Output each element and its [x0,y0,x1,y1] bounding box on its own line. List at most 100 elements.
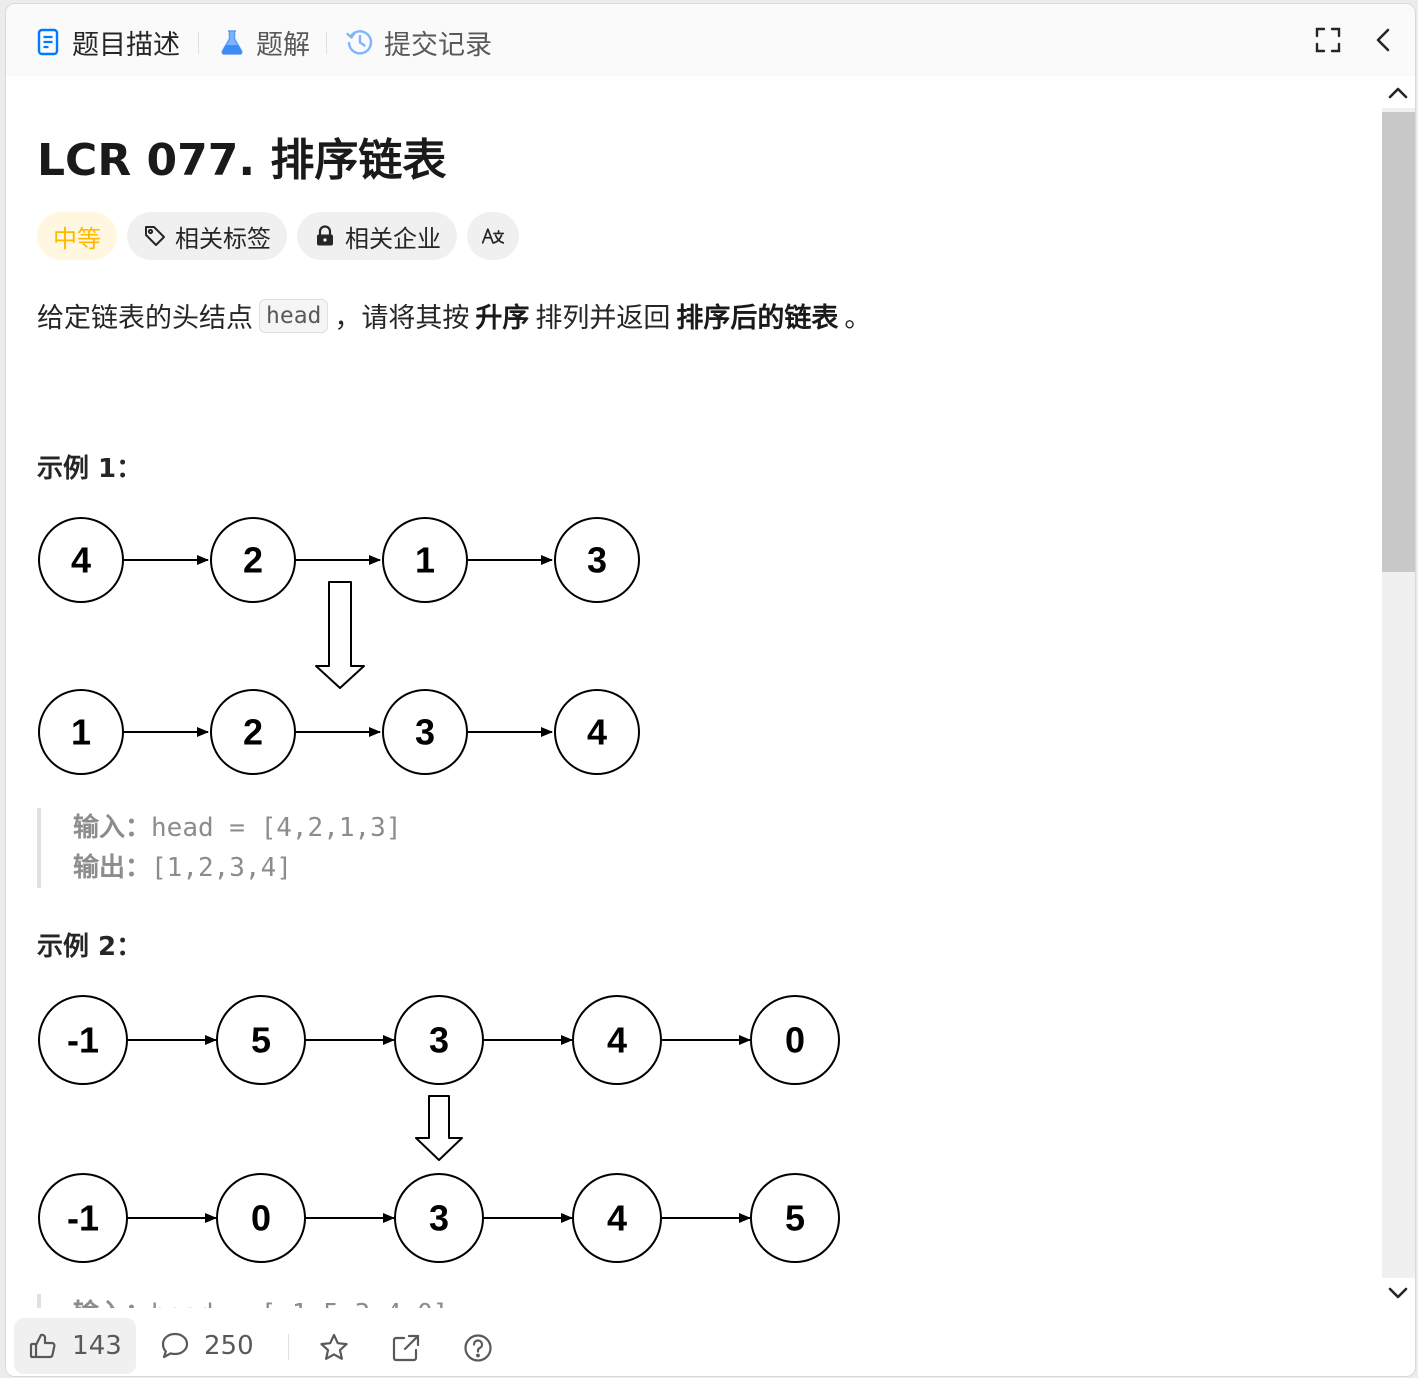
svg-text:-1: -1 [67,1198,99,1239]
tag-icon [143,224,167,248]
list-node: 4 [554,689,640,775]
list-node: 0 [750,995,840,1085]
list-node: 4 [572,1173,662,1263]
description-text: 排列并返回 [535,303,671,334]
example-2-diagram: -1 5 3 4 0 -1 0 3 4 5 [38,995,840,1263]
example-1-input: 输入：head = [4,2,1,3] [73,808,673,848]
collapse-chevron-left-icon[interactable] [1370,26,1398,54]
difficulty-label: 中等 [53,224,101,253]
flask-icon [218,28,246,56]
list-node: 3 [394,995,484,1085]
svg-text:3: 3 [587,540,607,581]
bottom-action-bar: 143 250 [6,1308,1382,1376]
description-bold-ascending: 升序 [475,303,530,334]
input-label: 输入： [73,813,152,843]
tab-description[interactable]: 题目描述 [34,22,180,62]
star-icon[interactable] [318,1332,350,1364]
svg-text:2: 2 [243,540,263,581]
like-count: 143 [72,1331,122,1361]
problem-content: LCR 077. 排序链表 中等 相关标签 相关企业 给定链表的头结点 head… [6,76,1382,1308]
list-node: 2 [210,517,296,603]
translate-button[interactable] [467,212,519,260]
description-text: ，请将其按 [334,303,470,334]
tab-submissions-label: 提交记录 [384,29,492,61]
example-2-before-list: -1 5 3 4 0 [38,995,840,1085]
svg-text:-1: -1 [67,1020,99,1061]
translate-icon [481,224,505,248]
tab-submissions[interactable]: 提交记录 [346,22,492,62]
list-node: 2 [210,689,296,775]
tab-bar: 题目描述 题解 提交记录 [6,4,1415,76]
like-button[interactable]: 143 [14,1318,136,1374]
list-node: 1 [38,689,124,775]
fullscreen-icon[interactable] [1314,26,1342,54]
problem-panel: 题目描述 题解 提交记录 LCR 077. 排序链表 中等 相关标签 相关企业 … [5,3,1416,1377]
example-2-io: 输入：head = [-1,5,3,4,0] [37,1294,673,1308]
input-label: 输入： [73,1299,151,1308]
footer-divider [288,1334,289,1360]
svg-text:5: 5 [785,1198,805,1239]
list-node: 1 [382,517,468,603]
lock-icon [313,224,337,248]
description-text: 。 [844,303,872,334]
related-tags-label: 相关标签 [175,224,271,253]
problem-tags: 中等 相关标签 相关企业 [37,212,519,260]
example-2-title: 示例 2： [37,932,143,962]
sort-down-arrow-icon [315,581,365,689]
list-node: 3 [554,517,640,603]
svg-text:4: 4 [607,1198,627,1239]
related-companies-label: 相关企业 [345,224,441,253]
sort-down-arrow-icon [415,1095,463,1161]
svg-text:3: 3 [415,712,435,753]
input-value: head = [4,2,1,3] [151,813,402,843]
list-node: -1 [38,1173,128,1263]
related-tags-button[interactable]: 相关标签 [127,212,287,260]
share-external-icon[interactable] [390,1332,422,1364]
output-value: [1,2,3,4] [151,853,292,883]
problem-description: 给定链表的头结点 head ，请将其按 升序 排列并返回 排序后的链表 。 [37,296,871,335]
help-question-icon[interactable] [462,1332,494,1364]
tab-description-label: 题目描述 [72,29,180,61]
svg-text:4: 4 [587,712,607,753]
example-1-diagram: 4 2 1 3 1 2 3 4 [38,517,640,775]
problem-title: LCR 077. 排序链表 [37,135,447,186]
output-label: 输出： [73,853,152,883]
scroll-up-chevron-icon[interactable] [1383,78,1413,108]
list-node: 4 [572,995,662,1085]
svg-text:4: 4 [607,1020,627,1061]
scrollbar-thumb[interactable] [1382,112,1415,572]
related-companies-button[interactable]: 相关企业 [297,212,457,260]
svg-text:3: 3 [429,1198,449,1239]
example-1-after-list: 1 2 3 4 [38,689,640,775]
tab-solutions-label: 题解 [256,29,310,61]
inline-code-head: head [259,298,329,333]
list-node: 0 [216,1173,306,1263]
difficulty-badge[interactable]: 中等 [37,212,117,260]
thumbs-up-icon [28,1331,58,1361]
history-icon [346,28,374,56]
example-2-input: 输入：head = [-1,5,3,4,0] [73,1294,673,1308]
example-1-title: 示例 1： [37,454,143,484]
list-node: 4 [38,517,124,603]
svg-text:1: 1 [71,712,91,753]
example-1-output: 输出：[1,2,3,4] [73,848,673,888]
scroll-down-chevron-icon[interactable] [1383,1278,1413,1308]
tab-solutions[interactable]: 题解 [218,22,310,62]
list-node: 3 [394,1173,484,1263]
list-node: -1 [38,995,128,1085]
comment-bubble-icon [160,1331,190,1361]
example-2-after-list: -1 0 3 4 5 [38,1173,840,1263]
comment-count: 250 [204,1331,254,1361]
svg-text:1: 1 [415,540,435,581]
comments-button[interactable]: 250 [160,1318,254,1374]
svg-text:0: 0 [251,1198,271,1239]
description-text: 给定链表的头结点 [37,303,253,334]
tab-divider [326,32,327,54]
list-node: 3 [382,689,468,775]
description-bold-sorted-list: 排序后的链表 [676,303,839,334]
svg-text:5: 5 [251,1020,271,1061]
svg-text:3: 3 [429,1020,449,1061]
tab-divider [198,32,199,54]
list-node: 5 [750,1173,840,1263]
list-node: 5 [216,995,306,1085]
